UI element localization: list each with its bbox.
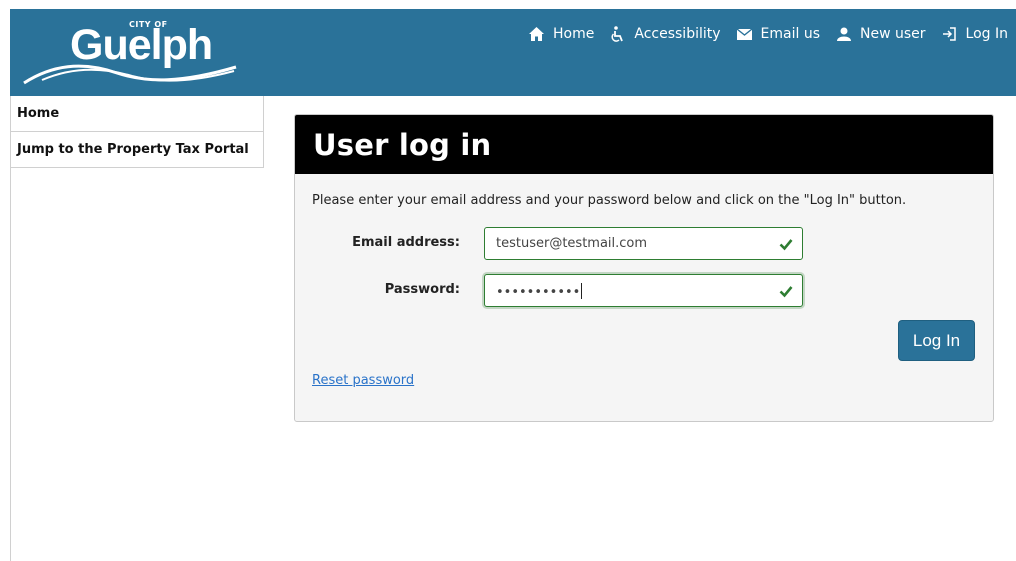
nav-home[interactable]: Home: [528, 26, 594, 42]
email-label: Email address:: [352, 235, 460, 250]
checkmark-icon: [779, 239, 793, 251]
site-header: CITY OF Guelph Home Accessibility Email …: [10, 9, 1016, 96]
top-navigation: Home Accessibility Email us New user Log…: [513, 24, 1008, 44]
envelope-icon: [736, 27, 753, 42]
nav-email-us-label: Email us: [760, 26, 820, 42]
wheelchair-icon: [609, 26, 626, 42]
nav-new-user-label: New user: [860, 26, 926, 42]
sidebar-item-home[interactable]: Home: [10, 96, 263, 132]
password-value: •••••••••••: [496, 283, 583, 300]
reset-password-link[interactable]: Reset password: [312, 373, 414, 388]
log-in-button[interactable]: Log In: [898, 320, 975, 361]
login-panel-header: User log in: [295, 115, 993, 174]
checkmark-icon: [779, 286, 793, 298]
page: CITY OF Guelph Home Accessibility Email …: [10, 9, 1016, 561]
user-icon: [835, 27, 852, 42]
nav-email-us[interactable]: Email us: [736, 26, 820, 42]
nav-log-in[interactable]: Log In: [941, 26, 1008, 42]
sidebar-item-property-tax-portal[interactable]: Jump to the Property Tax Portal: [10, 132, 263, 168]
nav-log-in-label: Log In: [965, 26, 1008, 42]
home-icon: [528, 27, 545, 42]
nav-home-label: Home: [553, 26, 595, 42]
logo-wave-icon: [23, 64, 237, 85]
nav-accessibility-label: Accessibility: [634, 26, 721, 42]
email-field[interactable]: testuser@testmail.com: [484, 227, 803, 260]
password-field[interactable]: •••••••••••: [484, 274, 803, 307]
login-instructions: Please enter your email address and your…: [312, 193, 907, 208]
login-panel: User log in Please enter your email addr…: [294, 114, 994, 422]
login-icon: [941, 27, 958, 42]
sidebar-item-label: Jump to the Property Tax Portal: [17, 142, 249, 157]
email-row: Email address: testuser@testmail.com: [295, 227, 993, 260]
nav-accessibility[interactable]: Accessibility: [609, 26, 721, 42]
password-dots: •••••••••••: [496, 285, 581, 300]
password-label: Password:: [384, 282, 460, 297]
sidebar: Home Jump to the Property Tax Portal: [10, 96, 264, 168]
sidebar-item-label: Home: [17, 106, 60, 121]
text-caret: [581, 283, 583, 299]
city-logo[interactable]: CITY OF Guelph: [22, 19, 237, 85]
page-title: User log in: [313, 127, 492, 162]
password-row: Password: •••••••••••: [295, 274, 993, 307]
nav-new-user[interactable]: New user: [835, 26, 926, 42]
email-value: testuser@testmail.com: [496, 236, 648, 251]
